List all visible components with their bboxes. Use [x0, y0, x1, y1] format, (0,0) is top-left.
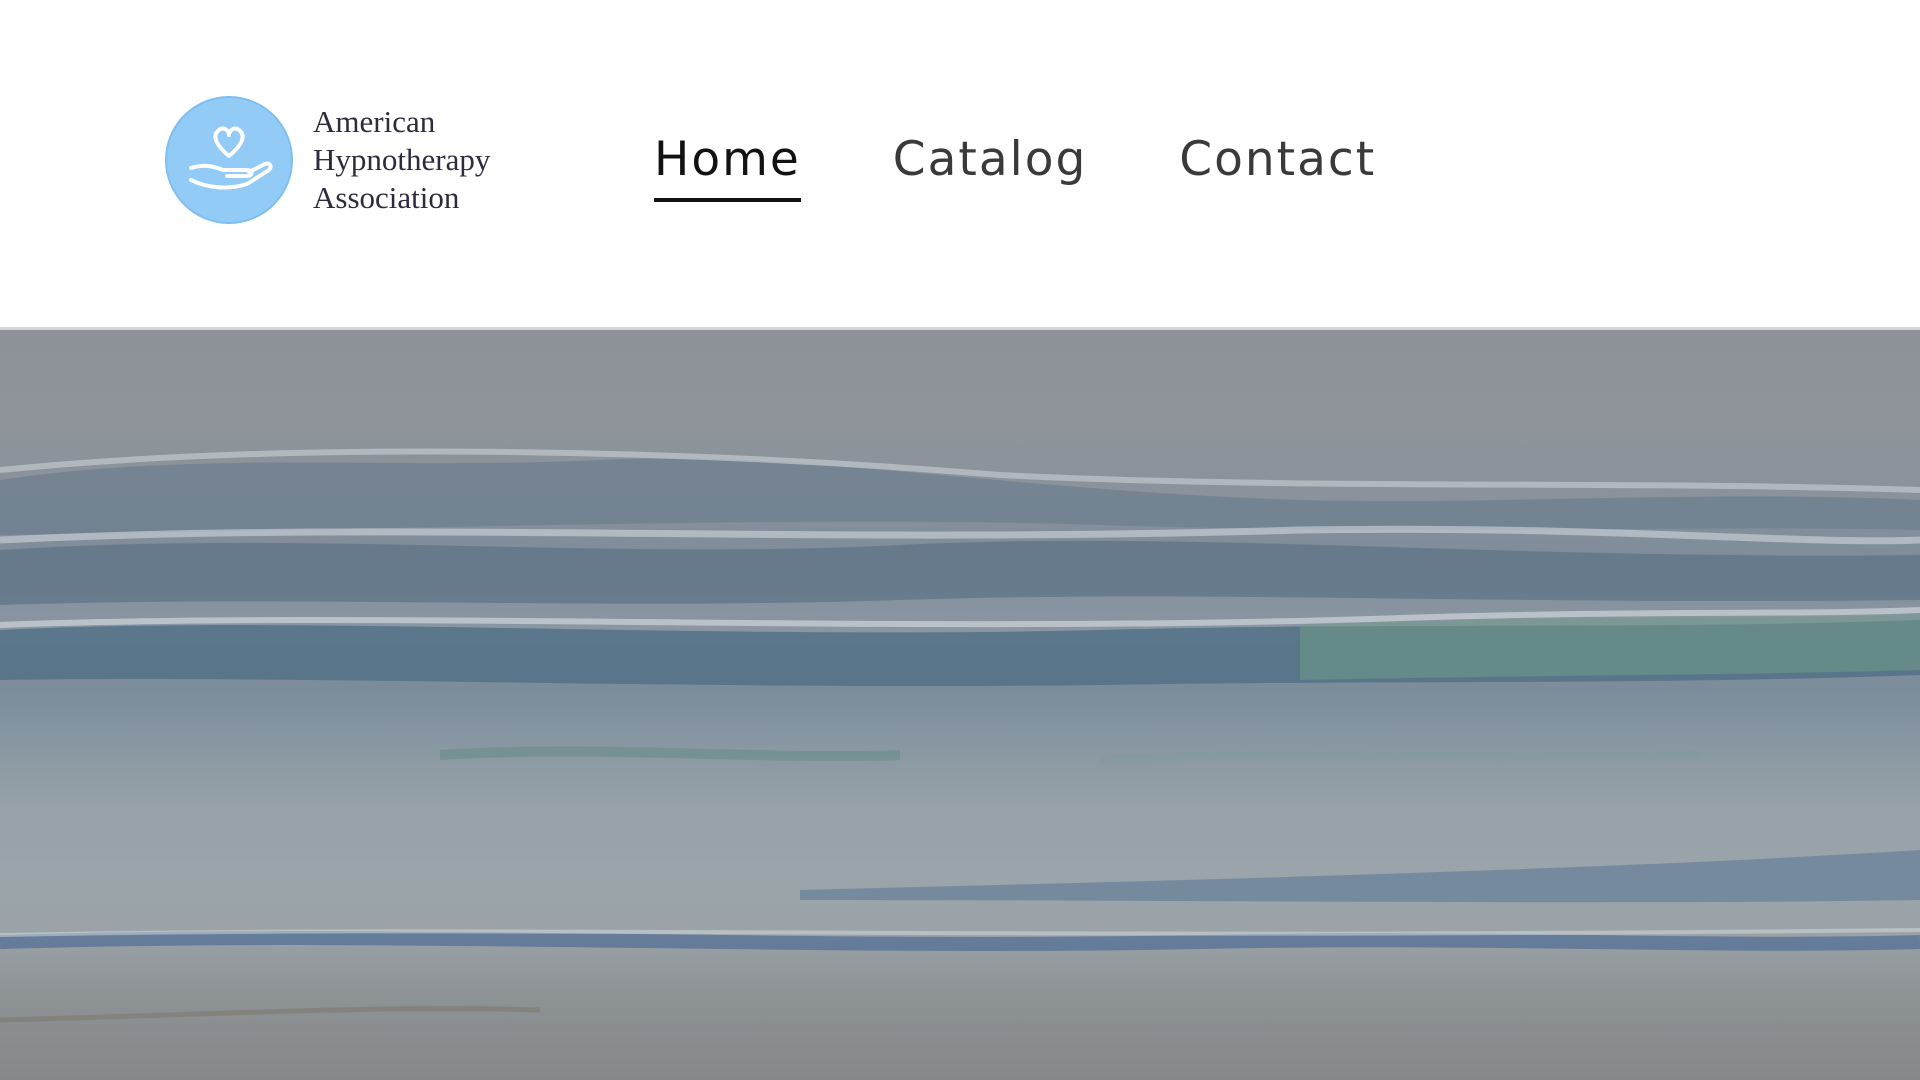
nav-contact-link[interactable]: Contact [1179, 130, 1376, 190]
heart-hand-logo-icon [165, 96, 293, 224]
nav-home-link[interactable]: Home [654, 130, 801, 202]
hero-ocean-image [0, 330, 1920, 1080]
site-header: American Hypnotherapy Association Home C… [0, 0, 1920, 330]
brand-logo-link[interactable]: American Hypnotherapy Association [165, 96, 490, 224]
nav-catalog-link[interactable]: Catalog [893, 130, 1088, 190]
main-nav: Home Catalog Contact [654, 130, 1468, 202]
brand-name-line: Hypnotherapy [313, 142, 491, 177]
brand-name-line: American [313, 104, 436, 139]
brand-name-line: Association [313, 180, 460, 215]
brand-name: American Hypnotherapy Association [313, 103, 490, 217]
ocean-waves-graphic [0, 448, 1920, 1023]
